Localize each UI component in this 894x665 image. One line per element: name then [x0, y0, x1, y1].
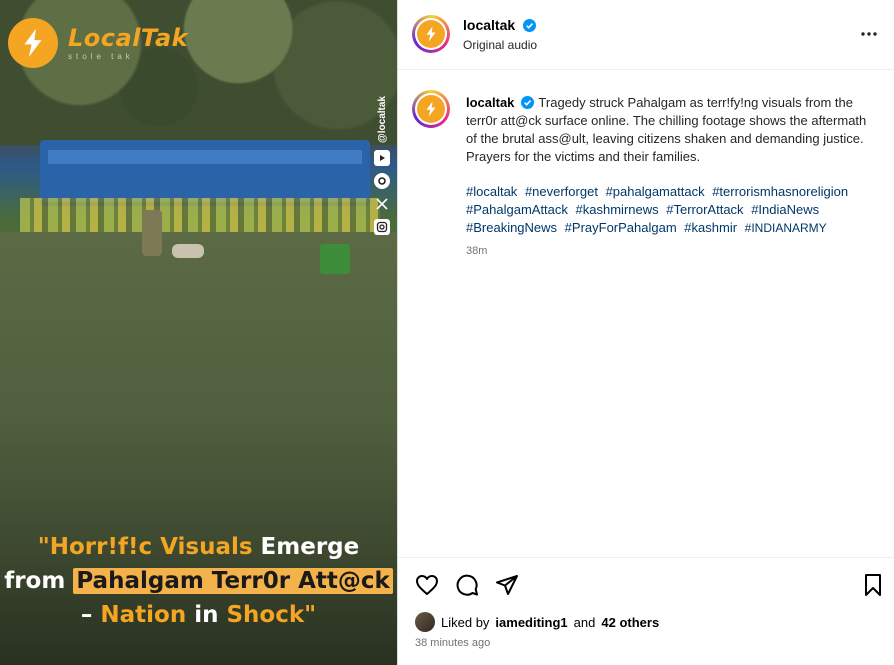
headline-part: in — [186, 602, 227, 628]
hashtag-link[interactable]: #kashmir — [684, 220, 737, 235]
hashtag-link[interactable]: #PrayForPahalgam — [565, 220, 677, 235]
hashtag-link[interactable]: #IndiaNews — [751, 202, 819, 217]
avatar[interactable] — [412, 15, 450, 53]
hashtag-link[interactable]: #PahalgamAttack — [466, 202, 568, 217]
headline-part: "Horr!f!c Visuals — [37, 534, 253, 560]
brand-watermark: LocalTak stole tak — [8, 18, 188, 68]
hashtag-link[interactable]: #pahalgamattack — [606, 184, 705, 199]
logo-bolt-icon — [417, 95, 445, 123]
liked-by-and: and — [573, 614, 596, 630]
headline-part: Nation — [100, 602, 187, 628]
instagram-icon — [374, 219, 390, 235]
liked-by-user[interactable]: iamediting1 — [495, 615, 567, 630]
action-bar — [398, 557, 894, 610]
logo-bolt-icon — [417, 20, 445, 48]
liker-avatar[interactable] — [415, 612, 435, 632]
post-username[interactable]: localtak — [463, 17, 515, 33]
hashtag-link[interactable]: #localtak — [466, 184, 517, 199]
avatar[interactable] — [412, 90, 450, 128]
hashtag-link[interactable]: #terrorismhasnoreligion — [712, 184, 848, 199]
brand-name: LocalTak — [68, 23, 189, 52]
caption-timestamp[interactable]: 38m — [466, 245, 487, 257]
x-icon — [374, 196, 390, 212]
headline-part: from — [4, 568, 74, 594]
post-header: localtak Original audio — [398, 0, 894, 70]
headline-part: – — [80, 602, 101, 628]
media-dustbin — [320, 244, 350, 274]
hashtag-link[interactable]: #TerrorAttack — [666, 202, 743, 217]
hashtag-list: #localtak #neverforget #pahalgamattack #… — [466, 183, 886, 237]
liked-by-prefix: Liked by — [441, 614, 490, 630]
logo-bolt-icon — [8, 18, 58, 68]
social-handle: @localtak — [376, 96, 388, 143]
media-person — [142, 210, 204, 266]
brand-tagline: stole tak — [68, 51, 134, 61]
media-bus — [40, 140, 370, 202]
hashtag-link[interactable]: #neverforget — [525, 184, 598, 199]
hashtag-link[interactable]: #BreakingNews — [466, 220, 557, 235]
post-timestamp[interactable]: 38 minutes ago — [415, 637, 490, 649]
audio-label[interactable]: Original audio — [463, 38, 537, 52]
post-details-panel: localtak Original audio localtak Tragedy … — [397, 0, 894, 665]
more-options-icon[interactable] — [859, 24, 879, 44]
heart-icon[interactable] — [415, 573, 439, 597]
headline-part: Shock" — [226, 602, 317, 628]
hashtag-link[interactable]: #kashmirnews — [576, 202, 659, 217]
social-strip: @localtak — [373, 96, 391, 235]
post-caption: localtak Tragedy struck Pahalgam as terr!… — [466, 94, 876, 166]
verified-icon — [522, 19, 536, 32]
media-chairs — [20, 198, 380, 232]
threads-icon — [374, 173, 390, 189]
youtube-icon — [374, 150, 390, 166]
bookmark-icon[interactable] — [861, 573, 885, 597]
video-headline: "Horr!f!c Visuals Emerge from Pahalgam T… — [0, 530, 397, 632]
headline-highlight-box: Pahalgam Terr0r Att@ck — [73, 568, 393, 594]
comment-icon[interactable] — [455, 573, 479, 597]
hashtag-link[interactable]: #INDIANARMY — [745, 221, 827, 235]
liked-by-others[interactable]: 42 others — [601, 615, 659, 630]
caption-username[interactable]: localtak — [466, 95, 514, 110]
headline-part: Emerge — [252, 534, 360, 560]
verified-icon — [521, 96, 535, 109]
liked-by-line: Liked by iamediting1 and 42 others — [415, 612, 659, 632]
post-media-video[interactable]: LocalTak stole tak @localtak "Horr!f!c V… — [0, 0, 397, 665]
share-icon[interactable] — [495, 573, 519, 597]
